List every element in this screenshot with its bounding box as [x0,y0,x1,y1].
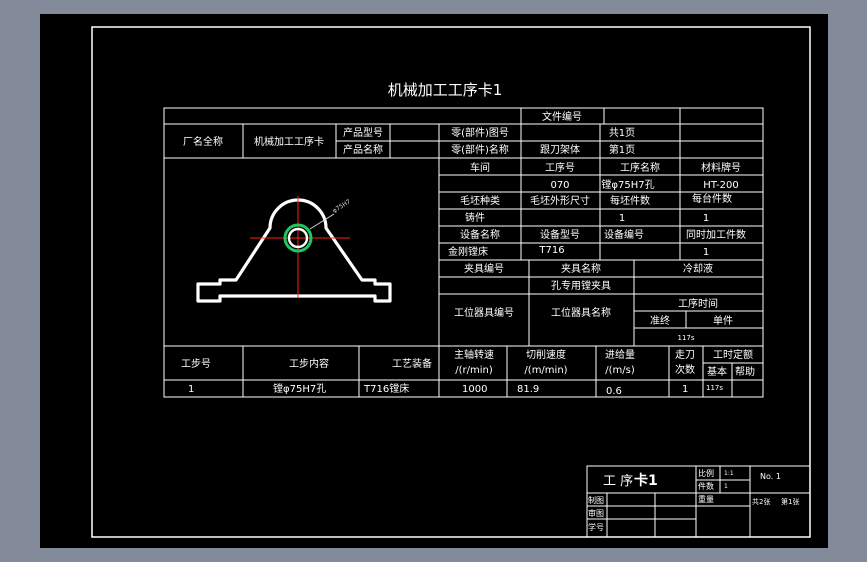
coolant-label: 冷却液 [683,262,713,275]
workshop-label: 车间 [470,161,490,174]
equip-name-value: 金刚镗床 [448,245,488,258]
op-name-label: 工序名称 [620,161,660,174]
part-drawing-label: 零(部件)图号 [451,126,509,139]
equip-model-value: T716 [538,245,564,256]
passes-label: 走刀 [675,349,695,361]
factory-label: 厂名全称 [183,135,223,148]
step-row-basic: 117s [706,384,723,392]
step-equipment-label: 工艺装备 [392,357,432,370]
equip-model-label: 设备型号 [540,228,580,241]
op-time-label: 工序时间 [678,297,718,310]
scale-value: 1:1 [724,470,734,477]
step-row-spindle: 1000 [462,384,487,395]
cut-speed-unit: /(m/min) [524,365,567,376]
feed-unit: /(m/s) [605,365,635,376]
title-block-name-prefix: 工 序 [603,474,633,489]
blank-size-label: 毛坯外形尺寸 [530,194,590,207]
step-row-no: 1 [188,384,194,395]
casting-value: 铸件 [465,211,485,224]
title-block-name-suffix: 卡1 [634,472,658,489]
step-row-equipment: T716镗床 [363,382,409,395]
spindle-unit: /(r/min) [455,365,493,376]
equip-no-label: 设备编号 [604,228,644,241]
total-pages: 共1页 [609,127,635,139]
simul-label: 同时加工件数 [686,228,746,241]
sheet-no: 第1张 [781,497,799,506]
per-blank-label: 每坯件数 [610,194,650,207]
step-row-feed: 0.6 [606,386,622,397]
time-label: 工时定额 [713,348,753,361]
sheets-total: 共2张 [752,497,770,506]
op-no-label: 工序号 [545,161,575,174]
op-no-value: 070 [550,180,569,191]
checked-by-label: 审图 [588,508,604,518]
fixture-name-value: 孔专用镗夹具 [551,279,611,292]
fixture-no-label: 夹具编号 [464,262,504,275]
doc-no-label: 文件编号 [542,110,582,123]
drawing-no: No. 1 [760,472,781,481]
material-label: 材料牌号 [701,161,741,174]
per-unit-label: 每台件数 [692,192,732,205]
step-no-label: 工步号 [181,358,211,370]
aux-label: 帮助 [735,365,755,378]
step-row-cut-speed: 81.9 [517,384,539,395]
qty-value: 1 [724,483,728,490]
feed-label: 进给量 [605,348,635,361]
qty-label: 件数 [698,481,714,491]
drawn-by-label: 制图 [588,495,604,505]
simul-value: 1 [703,247,709,258]
step-row-content: 镗φ75H7孔 [273,382,326,395]
step-content-label: 工步内容 [289,357,329,370]
scale-label: 比例 [698,468,714,478]
prep-label: 准终 [650,314,670,327]
material-value: HT-200 [703,180,738,191]
station-tool-no-label: 工位器具编号 [454,306,514,319]
passes-unit: 次数 [675,363,695,376]
basic-label: 基本 [707,365,727,378]
unit-time-value: 117s [677,334,694,342]
equip-name-label: 设备名称 [460,228,500,241]
card-name: 机械加工工序卡 [254,135,324,148]
part-name-label: 零(部件)名称 [451,143,509,156]
fixture-name-label: 夹具名称 [561,262,601,275]
per-blank-value: 1 [619,213,625,224]
spindle-label: 主轴转速 [454,348,494,361]
step-row-passes: 1 [682,384,688,395]
per-unit-value: 1 [703,213,709,224]
page-no: 第1页 [609,143,635,156]
product-model-label: 产品型号 [343,126,383,139]
drawing-sheet: 机械加工工序卡 1 文件编号 厂名全称 机械加工工序卡 产品型号 产品名称 零(部… [40,14,828,548]
cut-speed-label: 切削速度 [526,348,566,361]
weight-label: 重量 [698,494,714,504]
page-title: 机械加工工序卡1 [388,81,503,99]
station-tool-name-label: 工位器具名称 [551,306,611,319]
unit-label: 单件 [713,315,733,327]
blank-type-label: 毛坯种类 [460,194,500,207]
product-name-label: 产品名称 [343,143,383,156]
op-name-value: 镗φ75H7孔 [601,178,654,191]
part-name: 跟刀架体 [540,144,580,156]
student-no-label: 学号 [588,522,604,532]
